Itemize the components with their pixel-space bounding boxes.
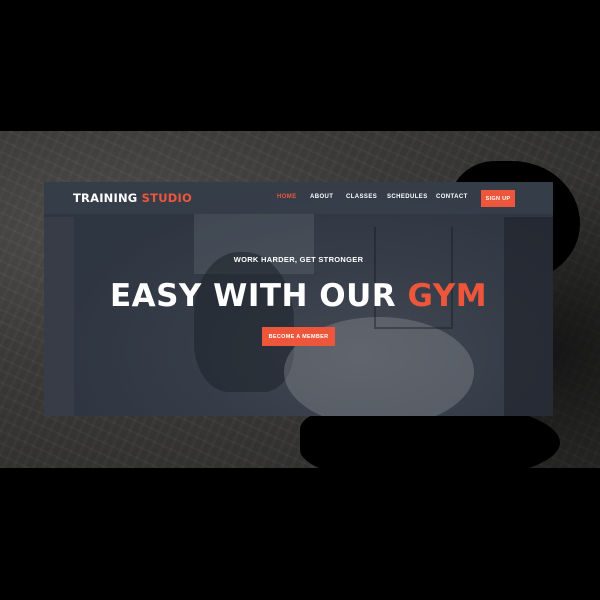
- nav-item-contact[interactable]: CONTACT: [436, 194, 468, 200]
- gym-equipment-right: [504, 217, 553, 416]
- signup-button[interactable]: SIGN UP: [481, 190, 515, 207]
- gym-equipment-left: [44, 217, 74, 416]
- hero-headline: EASY WITH OUR GYM: [44, 278, 553, 314]
- nav-item-about[interactable]: ABOUT: [310, 194, 333, 200]
- athlete-figure: [194, 252, 294, 392]
- brand-name-part1: TRAINING: [73, 191, 138, 205]
- screenshot-frame: TRAINING STUDIO HOME ABOUT CLASSES SCHED…: [0, 0, 600, 600]
- nav-item-home[interactable]: HOME: [277, 194, 297, 200]
- become-member-button[interactable]: BECOME A MEMBER: [262, 327, 335, 346]
- brand-logo[interactable]: TRAINING STUDIO: [73, 191, 192, 205]
- nav-item-classes[interactable]: CLASSES: [346, 194, 377, 200]
- hero-headline-part2: GYM: [407, 278, 488, 314]
- navbar: TRAINING STUDIO HOME ABOUT CLASSES SCHED…: [44, 182, 553, 214]
- hero-tagline: WORK HARDER, GET STRONGER: [233, 255, 364, 264]
- nav-item-schedules[interactable]: SCHEDULES: [387, 194, 428, 200]
- brand-name-part2: STUDIO: [141, 191, 192, 205]
- website-preview: TRAINING STUDIO HOME ABOUT CLASSES SCHED…: [44, 182, 553, 416]
- hero-headline-part1: EASY WITH OUR: [109, 278, 397, 314]
